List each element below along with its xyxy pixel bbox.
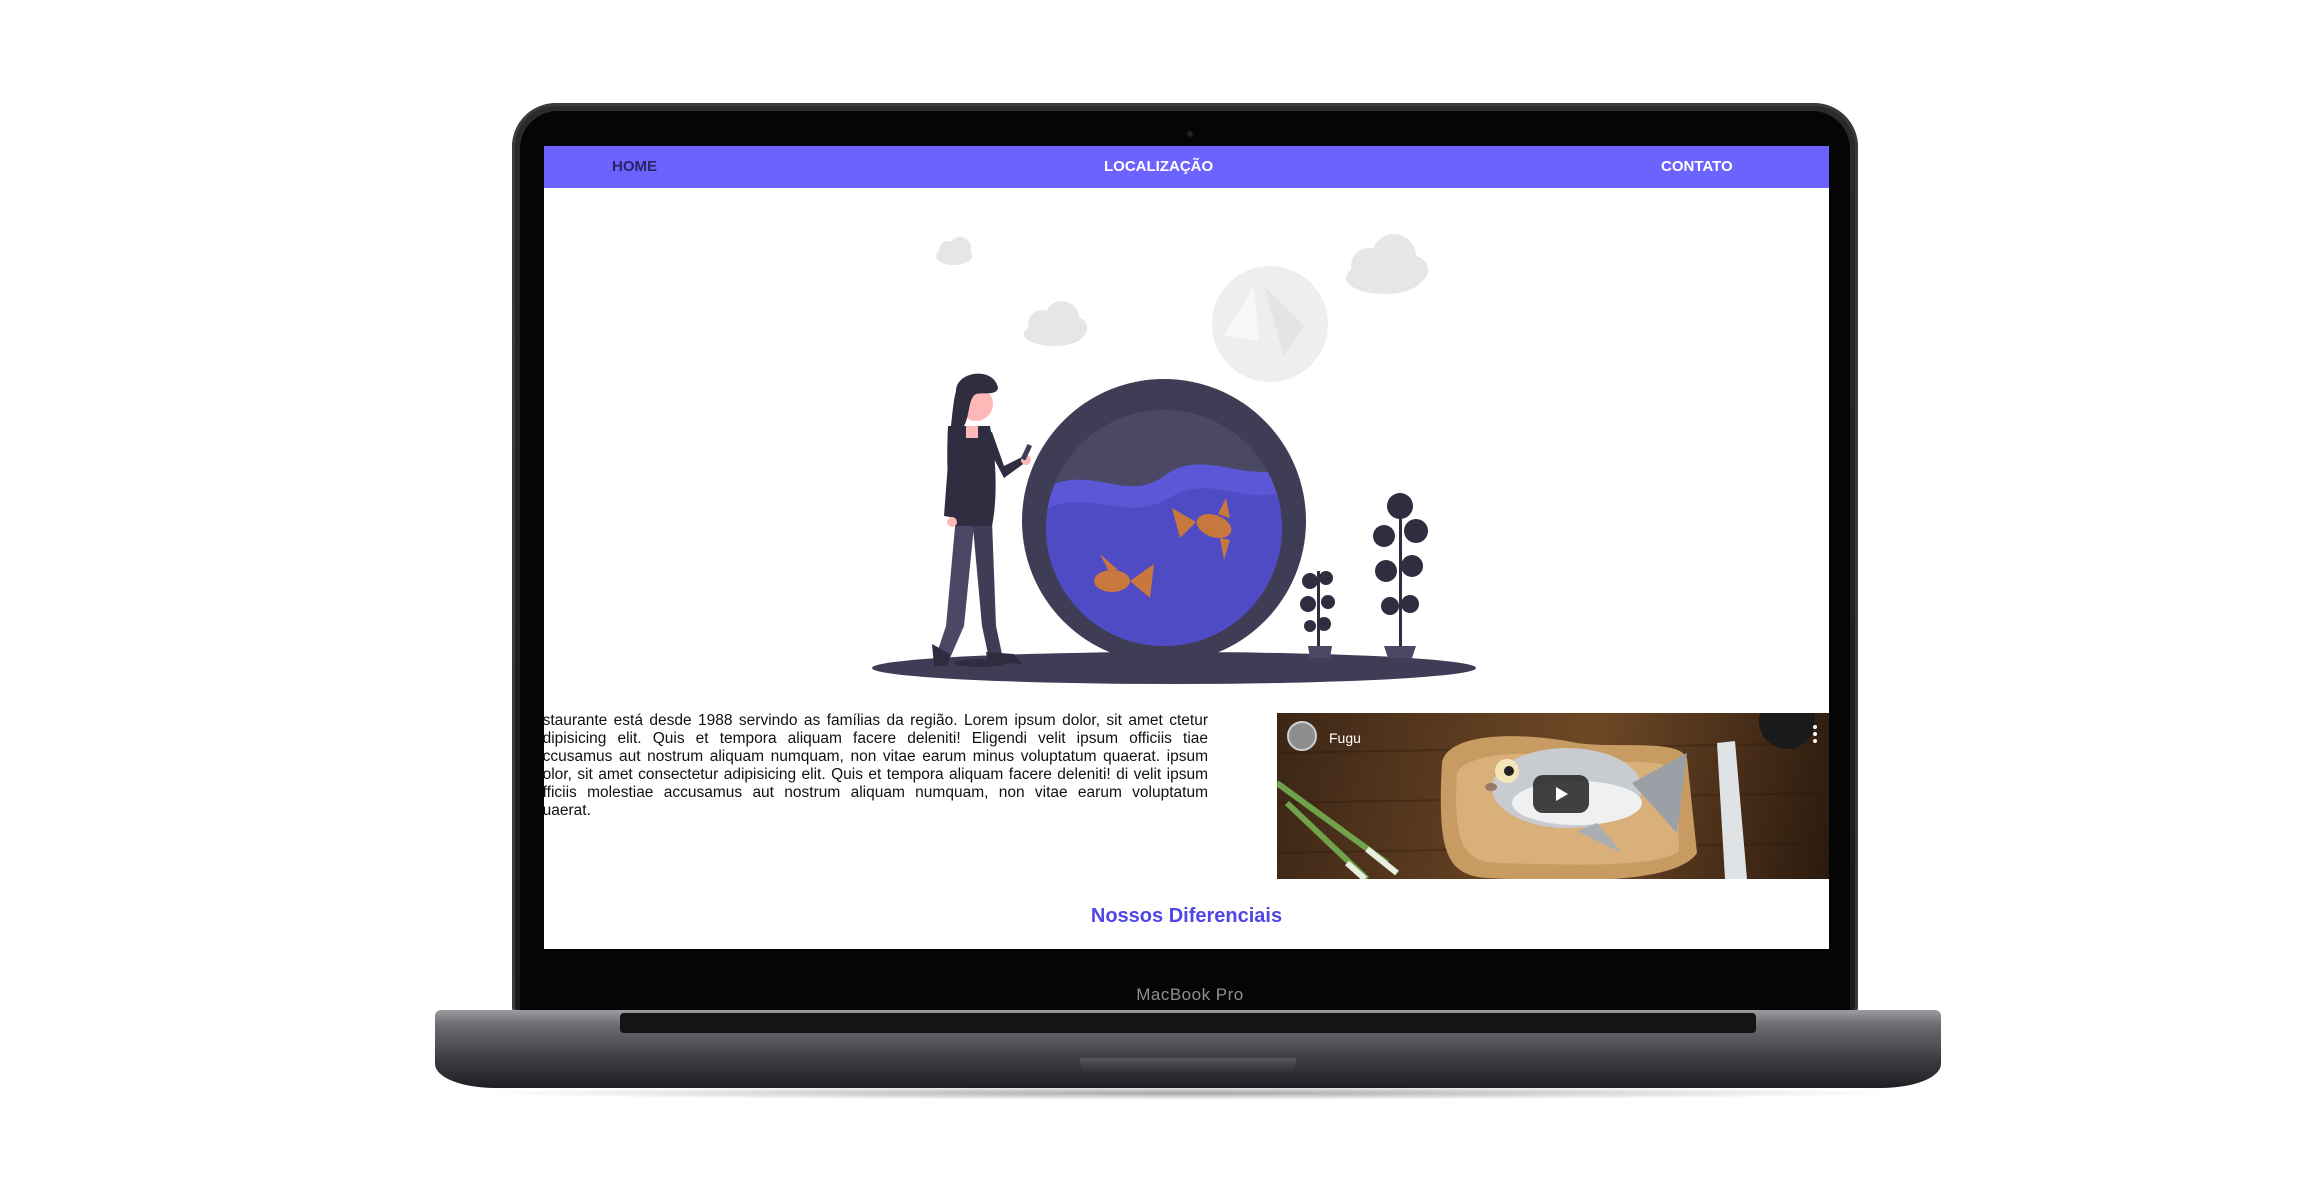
webcam-icon — [1186, 130, 1194, 138]
lid-notch — [1080, 1058, 1296, 1074]
cloud-icon — [936, 237, 972, 265]
more-options-icon[interactable] — [1813, 725, 1817, 743]
hero-illustration — [872, 234, 1476, 684]
nav-contact-link[interactable]: CONTATO — [1661, 146, 1733, 188]
browser-viewport: HOME LOCALIZAÇÃO CONTATO staurante está … — [544, 146, 1829, 949]
nav-home-link[interactable]: HOME — [612, 146, 657, 188]
device-label: MacBook Pro — [1136, 985, 1244, 1004]
nav-location-link[interactable]: LOCALIZAÇÃO — [1104, 146, 1213, 188]
section-title-differentials: Nossos Diferenciais — [1090, 905, 1283, 927]
channel-avatar-icon[interactable] — [1287, 721, 1317, 751]
laptop-shadow — [470, 1086, 1906, 1100]
plant-illustration — [1300, 571, 1335, 658]
cloud-icon — [1346, 234, 1428, 294]
video-embed[interactable]: Fugu — [1277, 713, 1829, 879]
about-paragraph: estaurante está desde 1988 servindo as f… — [544, 712, 1208, 819]
moon-icon — [1212, 266, 1328, 382]
fishbowl-illustration — [1022, 379, 1306, 663]
play-button[interactable] — [1533, 775, 1589, 813]
play-icon — [1556, 787, 1568, 801]
keyboard-well — [620, 1013, 1756, 1033]
cloud-icon — [1024, 301, 1087, 346]
top-navbar: HOME LOCALIZAÇÃO CONTATO — [544, 146, 1829, 188]
plant-illustration — [1373, 493, 1428, 658]
video-title[interactable]: Fugu — [1329, 730, 1361, 746]
person-illustration — [932, 373, 1032, 667]
